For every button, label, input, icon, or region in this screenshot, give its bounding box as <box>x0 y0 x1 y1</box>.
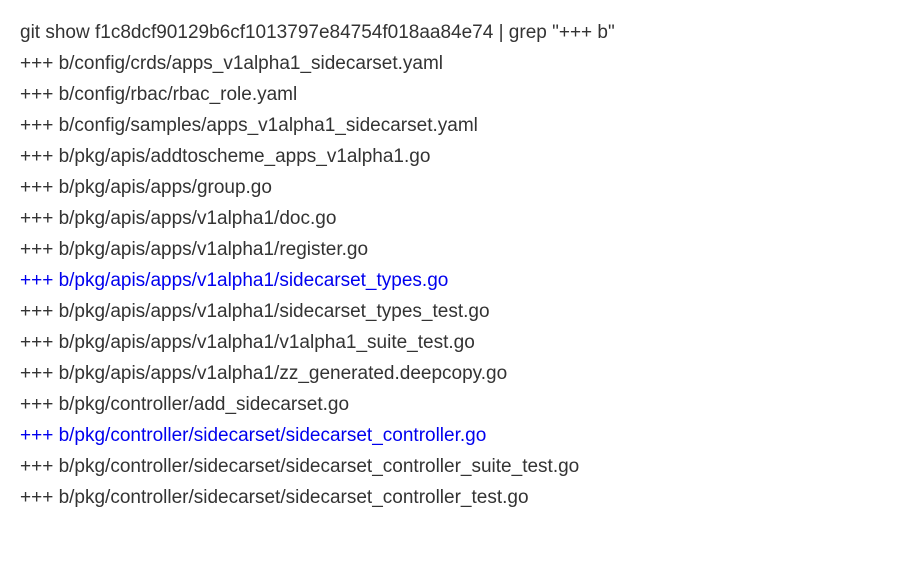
output-line: +++ b/pkg/apis/apps/v1alpha1/sidecarset_… <box>20 266 883 297</box>
output-line: +++ b/pkg/controller/sidecarset/sidecars… <box>20 483 883 514</box>
output-line: +++ b/pkg/apis/apps/v1alpha1/register.go <box>20 235 883 266</box>
output-container: +++ b/config/crds/apps_v1alpha1_sidecars… <box>20 49 883 514</box>
output-line: +++ b/pkg/apis/apps/v1alpha1/v1alpha1_su… <box>20 328 883 359</box>
output-line: +++ b/config/crds/apps_v1alpha1_sidecars… <box>20 49 883 80</box>
output-line: +++ b/pkg/apis/apps/v1alpha1/zz_generate… <box>20 359 883 390</box>
output-line: +++ b/pkg/controller/sidecarset/sidecars… <box>20 452 883 483</box>
output-line: +++ b/pkg/apis/apps/group.go <box>20 173 883 204</box>
output-line: +++ b/config/samples/apps_v1alpha1_sidec… <box>20 111 883 142</box>
output-line: +++ b/pkg/apis/apps/v1alpha1/sidecarset_… <box>20 297 883 328</box>
output-line: +++ b/pkg/apis/apps/v1alpha1/doc.go <box>20 204 883 235</box>
output-line: +++ b/pkg/controller/sidecarset/sidecars… <box>20 421 883 452</box>
command-line: git show f1c8dcf90129b6cf1013797e84754f0… <box>20 18 883 49</box>
output-line: +++ b/pkg/controller/add_sidecarset.go <box>20 390 883 421</box>
output-line: +++ b/pkg/apis/addtoscheme_apps_v1alpha1… <box>20 142 883 173</box>
output-line: +++ b/config/rbac/rbac_role.yaml <box>20 80 883 111</box>
